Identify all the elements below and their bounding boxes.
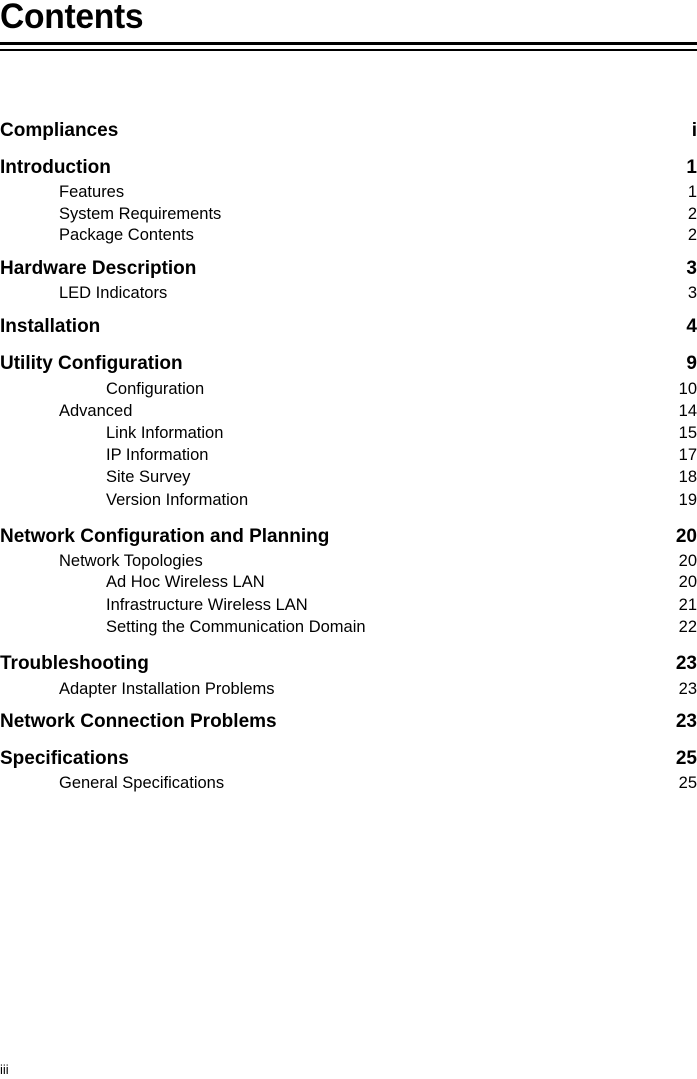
toc-entry[interactable]: Utility Configuration 9 <box>0 354 697 374</box>
toc-entry-page: 25 <box>678 774 697 792</box>
toc-entry[interactable]: Ad Hoc Wireless LAN 20 <box>0 572 697 592</box>
toc-entry-page: 25 <box>675 748 697 769</box>
toc-entry-page: 2 <box>687 226 697 244</box>
toc-entry-label[interactable]: System Requirements <box>59 204 221 224</box>
toc-entry[interactable]: Network Topologies 20 <box>0 551 697 571</box>
toc-entry-page: 4 <box>686 316 697 337</box>
toc-entry[interactable]: Troubleshooting 23 <box>0 654 697 674</box>
toc-entry-page: 20 <box>675 526 697 547</box>
toc-entry-label[interactable]: Adapter Installation Problems <box>59 679 275 699</box>
toc-entry[interactable]: Compliances i <box>0 121 697 141</box>
page-title: Contents <box>0 0 144 36</box>
toc-entry[interactable]: System Requirements 2 <box>0 204 697 224</box>
toc-entry[interactable]: Infrastructure Wireless LAN 21 <box>0 595 697 615</box>
toc-entry-label[interactable]: Site Survey <box>106 467 190 487</box>
toc-entry-page: 23 <box>675 653 697 674</box>
toc-entry-label[interactable]: Infrastructure Wireless LAN <box>106 595 308 615</box>
toc-entry-label[interactable]: LED Indicators <box>59 283 167 303</box>
toc-entry-label[interactable]: Package Contents <box>59 225 194 245</box>
toc-entry-page: 23 <box>675 711 697 732</box>
toc-entry-label[interactable]: Specifications <box>0 749 129 769</box>
toc-entry-label[interactable]: Introduction <box>0 158 111 178</box>
toc-entry-label[interactable]: Network Connection Problems <box>0 712 277 732</box>
toc-entry-label[interactable]: Network Topologies <box>59 551 203 571</box>
toc-entry[interactable]: Network Configuration and Planning 20 <box>0 527 697 547</box>
toc-entry-label[interactable]: Link Information <box>106 423 223 443</box>
title-rule-top <box>0 42 697 45</box>
title-rule-bottom <box>0 49 697 51</box>
toc-entry-label[interactable]: Setting the Communication Domain <box>106 617 366 637</box>
toc-entry-page: 19 <box>678 491 697 509</box>
toc-entry-label[interactable]: Network Configuration and Planning <box>0 527 329 547</box>
toc-entry-label[interactable]: Ad Hoc Wireless LAN <box>106 572 265 592</box>
toc-entry-page: 3 <box>686 258 697 279</box>
toc-entry-label[interactable]: Version Information <box>106 490 248 510</box>
toc-entry-label[interactable]: Features <box>59 182 124 202</box>
toc-entry[interactable]: Adapter Installation Problems 23 <box>0 679 697 699</box>
footer-page-number: iii <box>0 1062 9 1077</box>
toc-entry-page: 15 <box>678 424 697 442</box>
toc-entry[interactable]: Features 1 <box>0 182 697 202</box>
toc-entry-page: 17 <box>678 446 697 464</box>
toc-entry-label[interactable]: IP Information <box>106 445 208 465</box>
toc-entry-page: 2 <box>687 205 697 223</box>
toc-entry-page: 14 <box>678 402 697 420</box>
toc-entry[interactable]: Hardware Description 3 <box>0 259 697 279</box>
toc-entry-page: 1 <box>687 183 697 201</box>
toc-entry[interactable]: Network Connection Problems 23 <box>0 712 697 732</box>
toc-entry-label[interactable]: Utility Configuration <box>0 354 183 374</box>
toc-entry[interactable]: Installation 4 <box>0 317 697 337</box>
toc-entry[interactable]: Advanced 14 <box>0 401 697 421</box>
toc-entry[interactable]: Version Information 19 <box>0 490 697 510</box>
toc-entry-label[interactable]: Advanced <box>59 401 132 421</box>
toc-entry-label[interactable]: Troubleshooting <box>0 654 149 674</box>
toc-entry-label[interactable]: Hardware Description <box>0 259 196 279</box>
toc-entry[interactable]: IP Information 17 <box>0 445 697 465</box>
toc-entry-page: 20 <box>678 552 697 570</box>
toc-entry[interactable]: Configuration 10 <box>0 379 697 399</box>
toc-entry[interactable]: Package Contents 2 <box>0 225 697 245</box>
toc-entry[interactable]: Site Survey 18 <box>0 467 697 487</box>
toc-entry-page: i <box>691 120 697 141</box>
toc-entry-label[interactable]: Installation <box>0 317 100 337</box>
toc-entry-page: 10 <box>678 380 697 398</box>
toc-entry-label[interactable]: General Specifications <box>59 773 224 793</box>
toc-entry-page: 20 <box>678 573 697 591</box>
toc-entry-page: 1 <box>686 157 697 178</box>
toc-entry-page: 9 <box>686 353 697 374</box>
toc-entry[interactable]: LED Indicators 3 <box>0 283 697 303</box>
toc-entry-page: 3 <box>687 284 697 302</box>
toc-entry[interactable]: Specifications 25 <box>0 749 697 769</box>
toc-entry-page: 23 <box>678 680 697 698</box>
toc-entry[interactable]: General Specifications 25 <box>0 773 697 793</box>
toc-entry-label[interactable]: Compliances <box>0 121 118 141</box>
toc-entry[interactable]: Setting the Communication Domain 22 <box>0 617 697 637</box>
toc-entry-page: 21 <box>678 596 697 614</box>
toc-entry-page: 22 <box>678 618 697 636</box>
toc-entry-page: 18 <box>678 468 697 486</box>
toc-entry[interactable]: Link Information 15 <box>0 423 697 443</box>
toc-entry-label[interactable]: Configuration <box>106 379 204 399</box>
toc-entry[interactable]: Introduction 1 <box>0 158 697 178</box>
